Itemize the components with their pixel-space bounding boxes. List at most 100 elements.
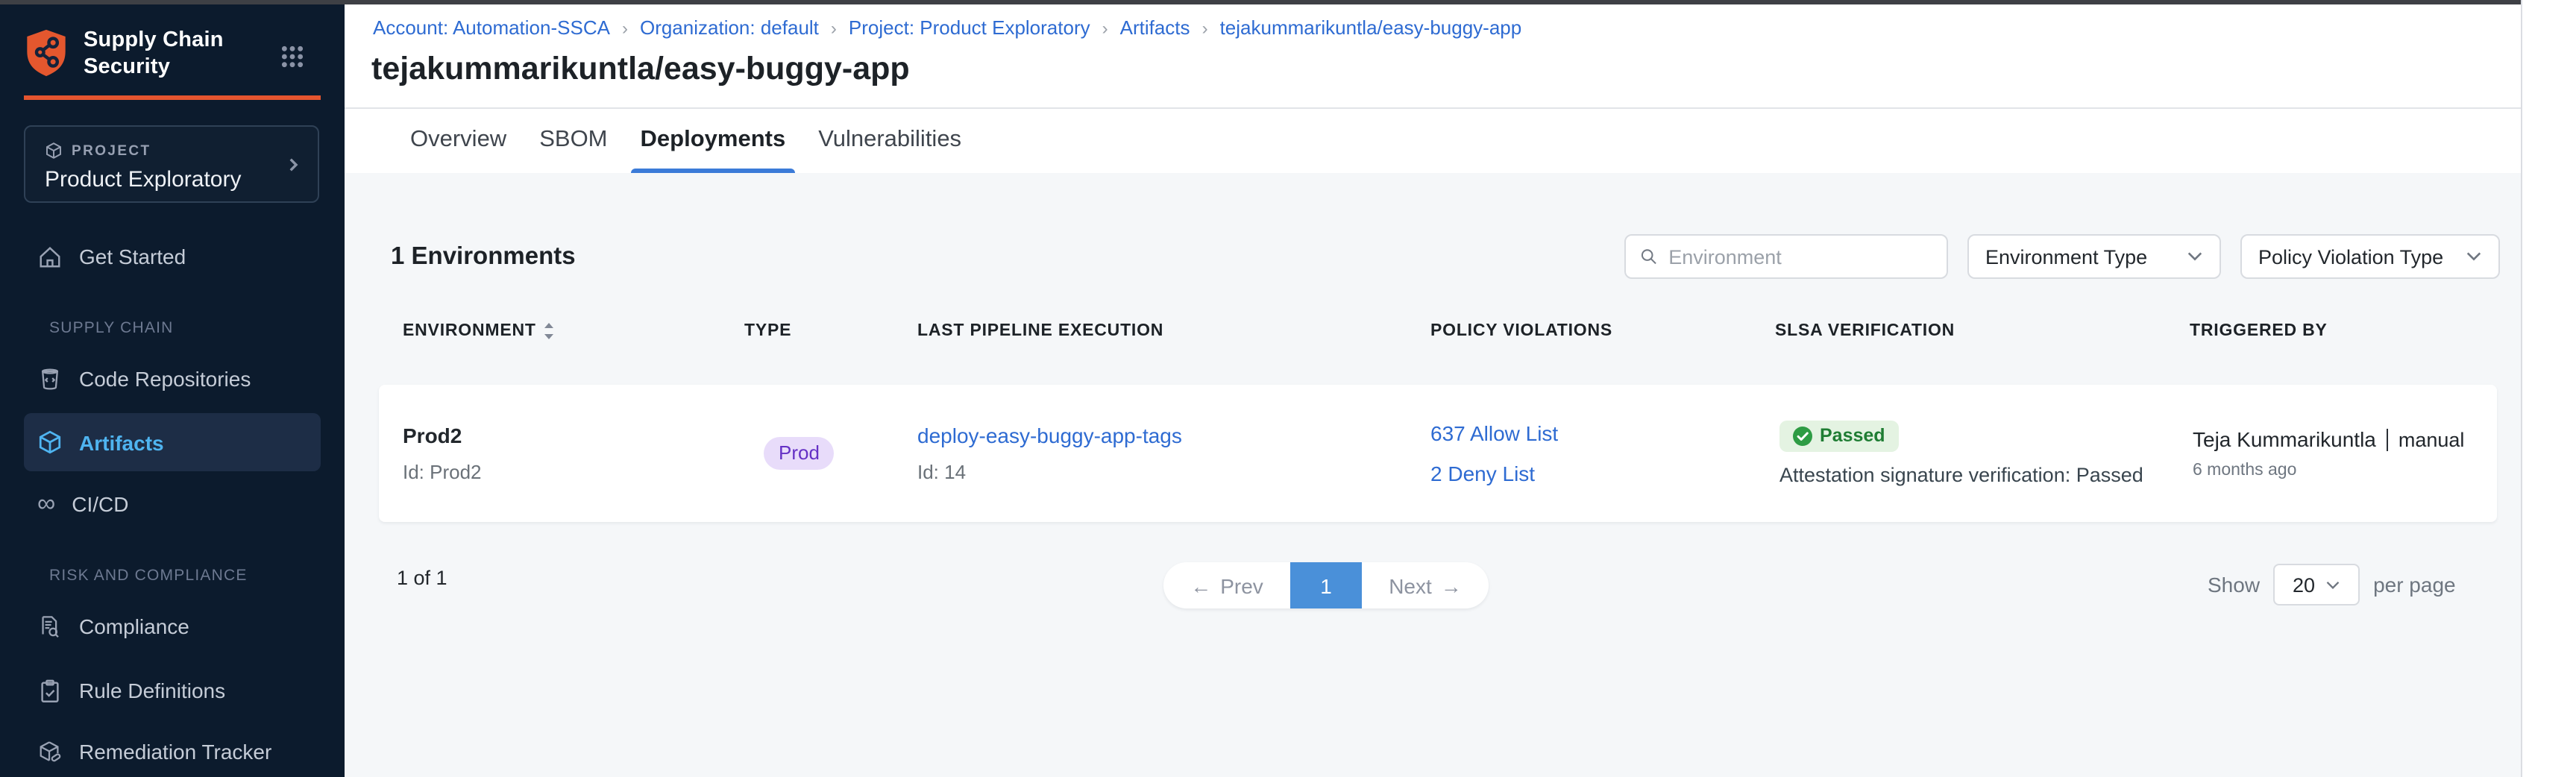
trigger-mode: manual	[2398, 428, 2465, 450]
page-size-group: Show 20 per page	[2208, 562, 2456, 607]
window-top-strip	[0, 0, 2521, 4]
sidebar-section-risk-compliance: RISK AND COMPLIANCE	[49, 567, 248, 585]
remediation-box-icon	[37, 739, 63, 764]
sidebar-item-rule-definitions[interactable]: Rule Definitions	[24, 670, 321, 711]
tab-vulnerabilities[interactable]: Vulnerabilities	[815, 107, 964, 173]
sidebar-item-remediation-tracker[interactable]: Remediation Tracker	[24, 731, 321, 773]
project-selector[interactable]: PROJECT Product Exploratory	[24, 125, 319, 203]
sidebar-item-label: Rule Definitions	[79, 679, 225, 702]
sort-icon[interactable]	[544, 322, 556, 340]
policy-violation-type-select[interactable]: Policy Violation Type	[2240, 234, 2500, 279]
arrow-right-icon: →	[1441, 573, 1462, 597]
column-header-environment[interactable]: ENVIRONMENT	[403, 322, 556, 340]
triggered-time: 6 months ago	[2193, 462, 2464, 479]
project-label: PROJECT	[72, 142, 151, 159]
breadcrumb-project[interactable]: Project: Product Exploratory	[849, 16, 1090, 39]
environment-name: Prod2	[403, 424, 482, 447]
app-title: Supply Chain Security	[84, 27, 224, 81]
sidebar-item-label: Remediation Tracker	[79, 740, 271, 764]
table-header-row: ENVIRONMENT TYPE LAST PIPELINE EXECUTION…	[345, 322, 2521, 346]
chevron-down-icon	[2466, 251, 2482, 262]
accent-rule	[24, 95, 321, 100]
chevron-down-icon	[2187, 251, 2203, 262]
sidebar-item-get-started[interactable]: Get Started	[24, 236, 321, 277]
slsa-status-badge: Passed	[1779, 421, 1899, 452]
breadcrumb-account[interactable]: Account: Automation-SSCA	[373, 16, 610, 39]
environment-cell: Prod2 Id: Prod2	[403, 424, 482, 483]
breadcrumb-separator: ›	[622, 17, 628, 38]
module-grid-icon[interactable]	[280, 45, 304, 69]
sidebar: Supply Chain Security PROJECT Product Ex…	[0, 4, 345, 777]
deny-list-link[interactable]: 2 Deny List	[1430, 462, 1558, 485]
environments-count-heading: 1 Environments	[391, 243, 576, 271]
show-label: Show	[2208, 573, 2260, 597]
policy-violations-cell: 637 Allow List 2 Deny List	[1430, 421, 1558, 485]
next-page-button[interactable]: Next →	[1362, 562, 1489, 608]
active-tab-underline	[632, 168, 795, 173]
pipeline-link[interactable]: deploy-easy-buggy-app-tags	[917, 424, 1182, 447]
check-circle-icon	[1793, 426, 1812, 445]
arrow-left-icon: ←	[1190, 573, 1211, 597]
right-edge-panel	[2521, 0, 2576, 777]
deployments-content: 1 Environments Environment Type Policy V…	[345, 173, 2521, 777]
page-header: Account: Automation-SSCA › Organization:…	[345, 4, 2521, 173]
allow-list-link[interactable]: 637 Allow List	[1430, 421, 1558, 445]
compliance-document-icon	[37, 614, 63, 639]
pipeline-cell: deploy-easy-buggy-app-tags Id: 14	[917, 424, 1182, 483]
environment-type-badge: Prod	[764, 437, 835, 470]
environment-table-row[interactable]: Prod2 Id: Prod2 Prod deploy-easy-buggy-a…	[379, 385, 2497, 522]
chevron-right-icon	[283, 154, 303, 176]
column-header-policy-violations: POLICY VIOLATIONS	[1430, 322, 1612, 340]
breadcrumb-separator: ›	[831, 17, 837, 38]
tab-sbom[interactable]: SBOM	[536, 107, 610, 173]
breadcrumb-separator: ›	[1102, 17, 1108, 38]
cicd-infinity-icon: ∞	[37, 497, 55, 512]
page-size-select[interactable]: 20	[2273, 564, 2360, 605]
separator-bar	[2387, 428, 2388, 450]
sidebar-item-cicd[interactable]: ∞ CI/CD	[24, 483, 321, 525]
breadcrumb-separator: ›	[1202, 17, 1208, 38]
tab-bar: Overview SBOM Deployments Vulnerabilitie…	[407, 107, 964, 173]
app-root: Supply Chain Security PROJECT Product Ex…	[0, 0, 2576, 777]
pagination-range: 1 of 1	[397, 567, 447, 589]
code-repository-icon	[37, 366, 63, 391]
prev-page-button[interactable]: ← Prev	[1163, 562, 1290, 608]
page-1-button[interactable]: 1	[1290, 562, 1362, 608]
triggered-by-name: Teja Kummarikuntla	[2193, 427, 2376, 451]
triggered-by-cell: Teja Kummarikuntla manual 6 months ago	[2193, 427, 2464, 479]
sidebar-item-compliance[interactable]: Compliance	[24, 605, 321, 647]
sidebar-section-supply-chain: SUPPLY CHAIN	[49, 319, 174, 337]
search-icon	[1639, 246, 1658, 267]
attestation-detail: Attestation signature verification: Pass…	[1779, 464, 2143, 486]
pipeline-id: Id: 14	[917, 461, 1182, 483]
slsa-status-text: Passed	[1820, 425, 1885, 446]
supply-chain-security-logo-icon	[24, 28, 69, 78]
sidebar-item-artifacts[interactable]: Artifacts	[24, 413, 321, 471]
breadcrumb: Account: Automation-SSCA › Organization:…	[373, 16, 1521, 39]
environment-type-select[interactable]: Environment Type	[1967, 234, 2221, 279]
clipboard-check-icon	[37, 678, 63, 703]
pagination: ← Prev 1 Next →	[1163, 562, 1489, 608]
column-header-slsa-verification: SLSA VERIFICATION	[1775, 322, 1955, 340]
sidebar-item-label: Code Repositories	[79, 367, 251, 391]
page-title: tejakummarikuntla/easy-buggy-app	[371, 51, 910, 88]
artifacts-cube-icon	[37, 430, 63, 455]
sidebar-item-code-repositories[interactable]: Code Repositories	[24, 358, 321, 400]
sidebar-item-label: CI/CD	[72, 492, 128, 516]
column-header-last-pipeline-execution: LAST PIPELINE EXECUTION	[917, 322, 1163, 340]
per-page-label: per page	[2373, 573, 2456, 597]
cube-icon	[45, 142, 63, 160]
breadcrumb-current-artifact[interactable]: tejakummarikuntla/easy-buggy-app	[1220, 16, 1522, 39]
sidebar-item-label: Get Started	[79, 245, 186, 268]
breadcrumb-organization[interactable]: Organization: default	[640, 16, 819, 39]
project-name: Product Exploratory	[45, 167, 241, 192]
environment-search-input[interactable]	[1668, 245, 1933, 268]
slsa-verification-cell: Passed Attestation signature verificatio…	[1779, 421, 2143, 486]
sidebar-item-label: Artifacts	[79, 430, 164, 454]
breadcrumb-artifacts[interactable]: Artifacts	[1120, 16, 1190, 39]
tab-deployments[interactable]: Deployments	[638, 107, 789, 173]
environment-search[interactable]	[1624, 234, 1948, 279]
column-header-type: TYPE	[744, 322, 791, 340]
tab-overview[interactable]: Overview	[407, 107, 509, 173]
column-header-triggered-by: TRIGGERED BY	[2190, 322, 2328, 340]
